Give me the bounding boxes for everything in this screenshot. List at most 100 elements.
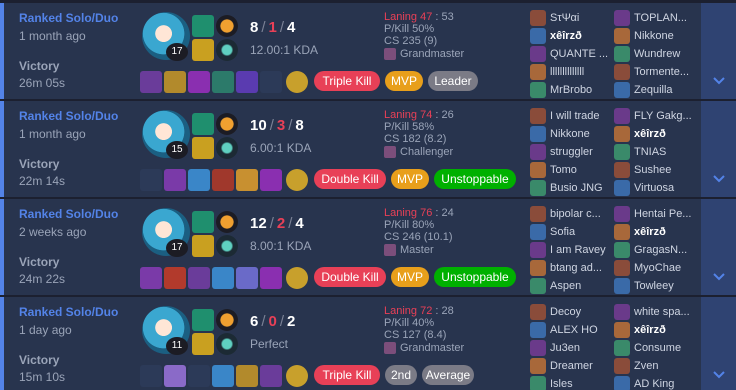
item-slot-icon[interactable] [260,365,282,387]
item-slot-icon[interactable] [260,267,282,289]
team-player[interactable]: Decoy [530,303,620,321]
item-slot-icon[interactable] [188,71,210,93]
team-player[interactable]: xêîrzð [614,125,704,143]
player-name[interactable]: bipolar c... [550,208,601,220]
player-name[interactable]: Towleey [634,280,674,292]
item-slot-icon[interactable] [140,169,162,191]
trinket-icon[interactable] [286,169,308,191]
player-name[interactable]: Nikkone [634,30,674,42]
player-name[interactable]: Zven [634,360,658,372]
team-player[interactable]: Tomo [530,161,620,179]
item-slot-icon[interactable] [212,365,234,387]
item-slot-icon[interactable] [212,267,234,289]
team-player[interactable]: FLY Gakg... [614,107,704,125]
team-player[interactable]: white spa... [614,303,704,321]
expand-button[interactable] [701,3,736,99]
team-player[interactable]: btang ad... [530,259,620,277]
item-slot-icon[interactable] [260,71,282,93]
team-player[interactable]: Towleey [614,277,704,295]
item-slot-icon[interactable] [236,169,258,191]
team-player[interactable]: I will trade [530,107,620,125]
team-player[interactable]: xêîrzð [614,223,704,241]
player-name[interactable]: Tormente... [634,66,689,78]
summoner-spell-icon[interactable] [192,39,214,61]
team-player[interactable]: Busio JNG [530,179,620,197]
player-name[interactable]: Busio JNG [550,182,603,194]
secondary-rune-icon[interactable] [216,137,238,159]
team-player[interactable]: Isles [530,375,620,390]
team-player[interactable]: TNIAS [614,143,704,161]
player-name[interactable]: MyoChae [634,262,681,274]
team-player[interactable]: AD King [614,375,704,390]
player-name[interactable]: Isles [550,378,573,390]
team-player[interactable]: ALEX HO [530,321,620,339]
team-player[interactable]: SτΨαi [530,9,620,27]
team-player[interactable]: Aspen [530,277,620,295]
player-name[interactable]: Sofia [550,226,575,238]
team-player[interactable]: Dreamer [530,357,620,375]
expand-button[interactable] [701,297,736,390]
team-player[interactable]: xêîrzð [614,321,704,339]
summoner-spell-icon[interactable] [192,15,214,37]
secondary-rune-icon[interactable] [216,235,238,257]
trinket-icon[interactable] [286,267,308,289]
item-slot-icon[interactable] [188,365,210,387]
team-player[interactable]: QUANTE ... [530,45,620,63]
item-slot-icon[interactable] [212,169,234,191]
player-name[interactable]: I will trade [550,110,600,122]
team-player[interactable]: Nikkone [530,125,620,143]
summoner-spell-icon[interactable] [192,137,214,159]
player-name[interactable]: SτΨαi [550,12,579,24]
player-name[interactable]: MrBrobo [550,84,592,96]
team-player[interactable]: Virtuosa [614,179,704,197]
player-name[interactable]: ALEX HO [550,324,598,336]
team-player[interactable]: struggler [530,143,620,161]
summoner-spell-icon[interactable] [192,333,214,355]
expand-button[interactable] [701,199,736,295]
team-player[interactable]: xêîrzð [530,27,620,45]
player-name[interactable]: llllllllllllll [550,66,584,78]
item-slot-icon[interactable] [236,71,258,93]
player-name[interactable]: xêîrzð [550,30,582,42]
player-name[interactable]: Nikkone [550,128,590,140]
item-slot-icon[interactable] [164,267,186,289]
player-name[interactable]: xêîrzð [634,128,666,140]
team-player[interactable]: Sushee [614,161,704,179]
team-player[interactable]: Nikkone [614,27,704,45]
trinket-icon[interactable] [286,365,308,387]
match-card[interactable]: Ranked Solo/Duo 2 weeks ago Victory 24m 22s… [0,199,736,295]
team-player[interactable]: llllllllllllll [530,63,620,81]
player-name[interactable]: Consume [634,342,681,354]
player-name[interactable]: QUANTE ... [550,48,608,60]
item-slot-icon[interactable] [236,267,258,289]
player-name[interactable]: AD King [634,378,674,390]
player-name[interactable]: struggler [550,146,593,158]
match-card[interactable]: Ranked Solo/Duo 1 month ago Victory 22m 14s… [0,101,736,197]
expand-button[interactable] [701,101,736,197]
player-name[interactable]: GragasN... [634,244,687,256]
player-name[interactable]: Dreamer [550,360,593,372]
team-player[interactable]: MrBrobo [530,81,620,99]
team-player[interactable]: MyoChae [614,259,704,277]
player-name[interactable]: btang ad... [550,262,602,274]
player-name[interactable]: Aspen [550,280,581,292]
item-slot-icon[interactable] [140,267,162,289]
item-slot-icon[interactable] [164,71,186,93]
team-player[interactable]: I am Ravey [530,241,620,259]
team-player[interactable]: Consume [614,339,704,357]
secondary-rune-icon[interactable] [216,39,238,61]
team-player[interactable]: Zequilla [614,81,704,99]
item-slot-icon[interactable] [140,365,162,387]
team-player[interactable]: Ju3en [530,339,620,357]
player-name[interactable]: Ju3en [550,342,580,354]
secondary-rune-icon[interactable] [216,333,238,355]
item-slot-icon[interactable] [212,71,234,93]
player-name[interactable]: white spa... [634,306,690,318]
summoner-spell-icon[interactable] [192,211,214,233]
player-name[interactable]: TNIAS [634,146,666,158]
player-name[interactable]: xêîrzð [634,324,666,336]
item-slot-icon[interactable] [164,169,186,191]
item-slot-icon[interactable] [164,365,186,387]
team-player[interactable]: Sofia [530,223,620,241]
team-player[interactable]: GragasN... [614,241,704,259]
